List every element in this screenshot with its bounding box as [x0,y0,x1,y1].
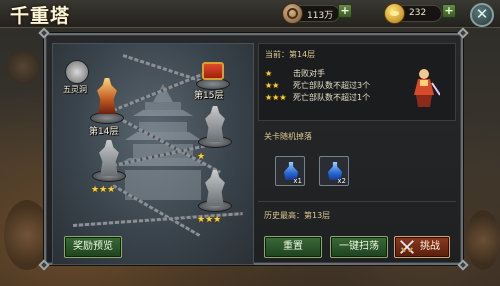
stage-stars: ★★★ [91,185,116,195]
condition-text: 死亡部队数不超过1个 [293,93,371,102]
stage-node-14[interactable]: 第14层 [87,66,127,140]
condition-stars: ★★ [265,81,280,90]
current-floor-label: 当前：第14层 [265,50,316,59]
challenge-button[interactable]: 挑战 [394,236,450,258]
drop-qty: x1 [293,177,302,185]
stage-node-15[interactable]: 第15层 [191,56,235,102]
stage-stars: ★ [197,152,206,162]
top-bar: 千重塔 113万 + 232 + ✕ [0,0,500,28]
stage-node-cleared[interactable]: ★ [193,104,237,164]
crossed-swords-icon [400,240,414,254]
floor-info-panel: 当前：第14层 ★ 击败对手 ★★ 死亡部队数不超过3个 ★★★ 死亡部队数不超过1个… [258,43,456,265]
drop-section-title: 关卡随机掉落 [264,132,312,141]
condition-stars: ★ [265,69,273,78]
condition-stars: ★★★ [265,93,287,102]
five-element-icon [65,60,89,84]
condition-text: 击败对手 [293,69,325,78]
add-coin-button[interactable]: + [338,4,352,18]
drop-item-slot[interactable]: x2 [319,156,349,186]
stage-stars: ★★★ [197,215,222,225]
condition-text: 死亡部队数不超过3个 [293,81,371,90]
hero-portrait-icon [414,69,440,107]
coin-icon [282,3,303,24]
condition-row: ★★ 死亡部队数不超过3个 [265,80,370,91]
sweep-button[interactable]: 一键扫荡 [330,236,388,258]
hero-figure [97,78,117,114]
section-divider [258,201,456,202]
treasure-chest-icon [202,62,224,80]
reset-button[interactable]: 重置 [264,236,322,258]
stage-node-cleared[interactable]: ★★★ [87,140,131,196]
enemy-statue [205,170,225,206]
coin-value: 113万 [307,11,334,21]
condition-row: ★★★ 死亡部队数不超过1个 [265,92,370,103]
challenge-label: 挑战 [420,241,440,252]
background-figure-right [466,210,500,270]
objectives-box: 当前：第14层 ★ 击败对手 ★★ 死亡部队数不超过3个 ★★★ 死亡部队数不超过1个 [258,43,456,121]
gold-value: 232 [409,8,427,18]
enemy-statue [99,140,119,176]
gold-counter: 232 [384,3,442,24]
condition-row: ★ 击败对手 [265,68,325,79]
add-gold-button[interactable]: + [442,4,456,18]
stage-label-15: 第15层 [194,91,224,101]
five-element-label: 五灵洞 [63,85,87,94]
drop-qty: x2 [337,177,346,185]
gold-ingot-icon [384,3,405,24]
coin-counter: 113万 [282,3,340,24]
stage-label-14: 第14层 [89,127,119,137]
enemy-statue [205,106,225,142]
tower-map: 五灵洞 第14层 第15层 ★ ★★★ ★★★ [52,43,254,265]
page-title: 千重塔 [10,5,71,27]
background-figure-left-upper [6,50,40,84]
history-best-label: 历史最高：第13层 [264,211,331,220]
reward-preview-button[interactable]: 奖励预览 [64,236,122,258]
close-icon[interactable]: ✕ [470,3,494,27]
drop-item-slot[interactable]: x1 [275,156,305,186]
stage-node-cleared[interactable]: ★★★ [193,170,237,226]
